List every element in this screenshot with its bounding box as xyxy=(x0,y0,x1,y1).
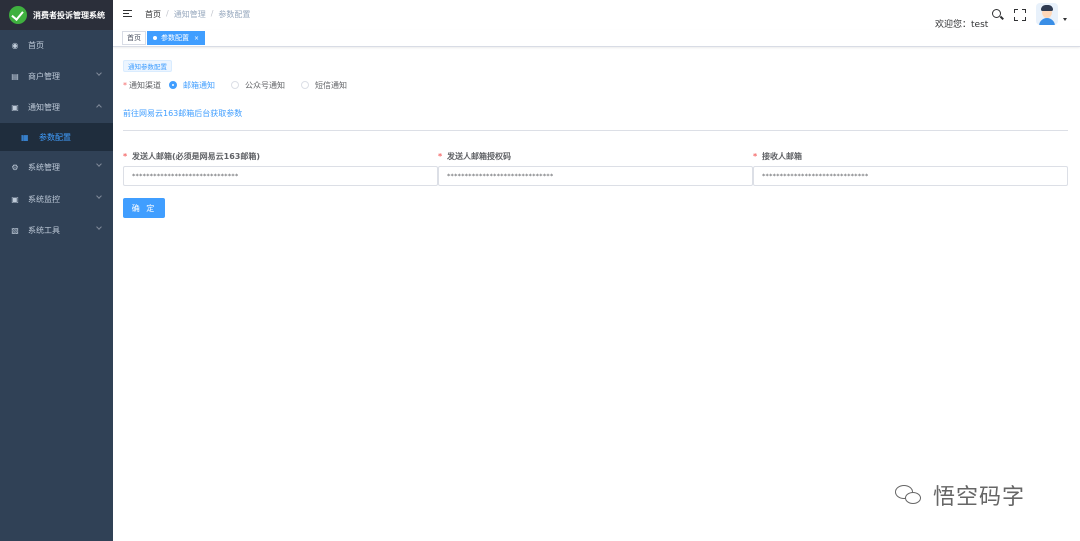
sidebar-item-notification[interactable]: ▣ 通知管理 xyxy=(0,92,113,122)
sidebar-item-system-tools[interactable]: ▧ 系统工具 xyxy=(0,215,113,245)
sidebar-item-system-monitor[interactable]: ▣ 系统监控 xyxy=(0,184,113,214)
app-root: 消费者投诉管理系统 ◉ 首页 ▤ 商户管理 ▣ 通知管理 ▦ 参数配置 ⚙ 系统… xyxy=(0,0,1080,541)
shop-icon: ▤ xyxy=(11,71,19,81)
radio-label: 邮箱通知 xyxy=(183,80,215,90)
tag-param-config[interactable]: 参数配置 × xyxy=(147,31,206,45)
dashboard-icon: ◉ xyxy=(11,40,19,50)
required-mark: * xyxy=(753,152,758,161)
welcome-text: 欢迎您：test xyxy=(935,20,989,30)
gear-icon: ⚙ xyxy=(11,162,19,172)
confirm-button[interactable]: 确 定 xyxy=(123,198,165,218)
sender-auth-code-input[interactable]: ****************************** xyxy=(438,166,753,186)
sidebar-item-label: 系统管理 xyxy=(28,162,60,172)
active-dot-icon xyxy=(153,36,157,40)
sidebar-item-label: 系统监控 xyxy=(28,194,60,204)
required-mark: * xyxy=(123,80,127,90)
logo-check-icon xyxy=(9,6,27,24)
breadcrumb-item-param-config: 参数配置 xyxy=(218,10,251,19)
chevron-up-icon xyxy=(96,104,102,110)
tag-label: 参数配置 xyxy=(161,34,189,42)
toolbox-icon: ▧ xyxy=(11,225,19,235)
radio-wechat[interactable]: 公众号通知 xyxy=(231,80,285,91)
tags-view: 首页 参数配置 × xyxy=(113,30,1080,47)
field-label: * 发送人邮箱(必须是网易云163邮箱) xyxy=(123,151,438,163)
radio-label: 公众号通知 xyxy=(245,80,285,90)
sidebar-item-label: 商户管理 xyxy=(28,71,60,81)
field-label: * 接收人邮箱 xyxy=(753,151,1068,163)
avatar[interactable] xyxy=(1036,3,1058,25)
radio-unchecked-icon xyxy=(301,81,309,89)
fullscreen-icon[interactable] xyxy=(1014,9,1026,21)
sidebar-item-system-manage[interactable]: ⚙ 系统管理 xyxy=(0,152,113,182)
wechat-icon xyxy=(893,483,925,507)
sidebar-item-merchant[interactable]: ▤ 商户管理 xyxy=(0,61,113,91)
radio-unchecked-icon xyxy=(231,81,239,89)
hamburger-icon[interactable] xyxy=(123,10,132,18)
radio-label: 短信通知 xyxy=(315,80,347,90)
sidebar-item-label: 系统工具 xyxy=(28,225,60,235)
notify-channel-row: * 通知渠道 邮箱通知 公众号通知 短信通知 xyxy=(123,79,363,91)
breadcrumb-separator: / xyxy=(166,9,169,18)
radio-checked-icon xyxy=(169,81,177,89)
breadcrumb-item-notification: 通知管理 xyxy=(173,10,206,19)
chevron-down-icon xyxy=(96,224,102,230)
sender-email-field: * 发送人邮箱(必须是网易云163邮箱) *******************… xyxy=(123,151,438,186)
sender-email-input[interactable]: ****************************** xyxy=(123,166,438,186)
tag-home[interactable]: 首页 xyxy=(122,31,146,45)
breadcrumb-item-home[interactable]: 首页 xyxy=(145,9,161,20)
radio-email[interactable]: 邮箱通知 xyxy=(169,80,215,91)
watermark-text: 悟空码字 xyxy=(933,485,1026,510)
chevron-down-icon xyxy=(96,193,102,199)
navbar: 首页 / 通知管理 / 参数配置 欢迎您：test xyxy=(113,0,1080,30)
tag-label: 首页 xyxy=(127,34,141,42)
required-mark: * xyxy=(123,152,128,161)
main-content: 通知参数配置 * 通知渠道 邮箱通知 公众号通知 短信通知 前往网易云163邮箱… xyxy=(113,47,1080,541)
receiver-email-field: * 接收人邮箱 ****************************** xyxy=(753,151,1068,186)
field-label-text: 接收人邮箱 xyxy=(761,152,802,161)
get-params-link[interactable]: 前往网易云163邮箱后台获取参数 xyxy=(123,108,242,119)
sidebar-item-home[interactable]: ◉ 首页 xyxy=(0,30,113,60)
sidebar-item-label: 参数配置 xyxy=(39,132,71,142)
breadcrumb: 首页 / 通知管理 / 参数配置 xyxy=(145,9,250,20)
logo[interactable]: 消费者投诉管理系统 xyxy=(0,0,113,30)
caret-down-icon[interactable] xyxy=(1063,18,1067,21)
close-icon[interactable]: × xyxy=(194,35,199,42)
message-icon: ▣ xyxy=(11,102,19,112)
divider xyxy=(123,130,1068,131)
search-icon[interactable] xyxy=(992,9,1004,21)
watermark: 悟空码字 xyxy=(893,479,1025,511)
section-label: 通知参数配置 xyxy=(123,60,172,72)
channel-label: 通知渠道 xyxy=(129,80,161,90)
sidebar: 消费者投诉管理系统 ◉ 首页 ▤ 商户管理 ▣ 通知管理 ▦ 参数配置 ⚙ 系统… xyxy=(0,0,113,541)
breadcrumb-separator: / xyxy=(210,9,214,18)
field-label-text: 发送人邮箱授权码 xyxy=(446,152,511,161)
chevron-down-icon xyxy=(96,161,102,167)
radio-sms[interactable]: 短信通知 xyxy=(301,80,347,91)
app-title: 消费者投诉管理系统 xyxy=(33,10,105,20)
document-icon: ▦ xyxy=(21,132,29,142)
sidebar-item-param-config[interactable]: ▦ 参数配置 xyxy=(0,123,113,151)
monitor-icon: ▣ xyxy=(11,194,19,204)
required-mark: * xyxy=(438,152,443,161)
sender-auth-code-field: * 发送人邮箱授权码 *****************************… xyxy=(438,151,753,186)
field-label: * 发送人邮箱授权码 xyxy=(438,151,753,163)
receiver-email-input[interactable]: ****************************** xyxy=(753,166,1068,186)
sidebar-item-label: 通知管理 xyxy=(28,102,60,112)
field-label-text: 发送人邮箱(必须是网易云163邮箱) xyxy=(131,152,260,161)
sidebar-item-label: 首页 xyxy=(28,40,44,50)
chevron-down-icon xyxy=(96,70,102,76)
